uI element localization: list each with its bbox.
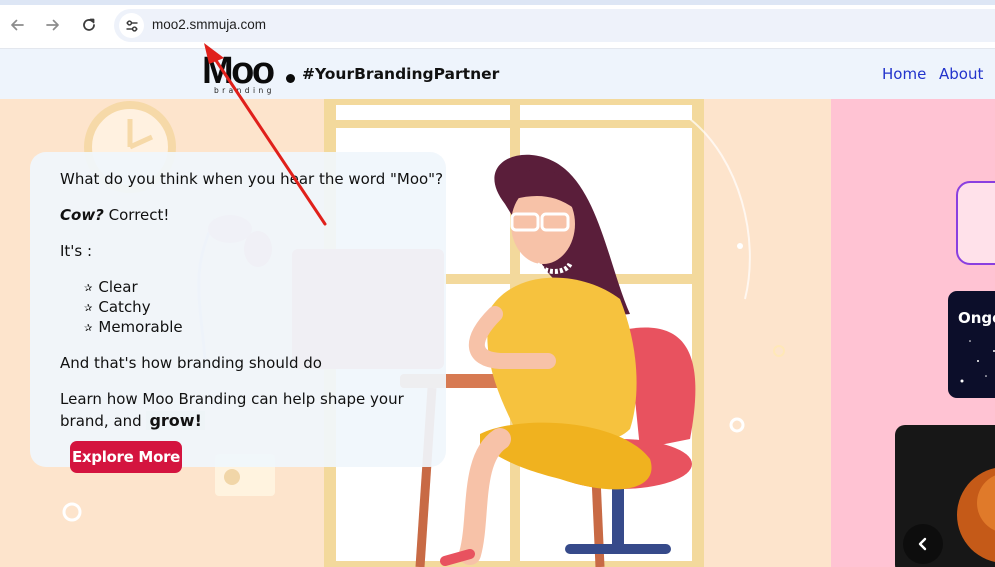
grow-highlight: grow!: [146, 411, 205, 430]
star-bullet-icon: ✰: [84, 283, 93, 294]
back-arrow-icon[interactable]: [5, 13, 29, 37]
browser-toolbar: moo2.smmuja.com: [0, 0, 995, 50]
list-item: ✰ Memorable: [84, 318, 183, 336]
nav-about-link[interactable]: About: [939, 65, 983, 83]
answer-rest: Correct!: [108, 206, 170, 224]
list-item: ✰ Catchy: [84, 298, 151, 316]
site-header: Moo branding #YourBrandingPartner Home A…: [0, 49, 995, 99]
site-info-icon[interactable]: [119, 13, 144, 38]
forward-arrow-icon[interactable]: [41, 13, 65, 37]
learn-line-1: Learn how Moo Branding can help shape yo…: [60, 390, 404, 408]
feature-card-outline[interactable]: [956, 181, 995, 265]
quality-label: Memorable: [98, 318, 183, 336]
ongoing-card[interactable]: Ongo: [948, 291, 995, 398]
url-text[interactable]: moo2.smmuja.com: [152, 17, 266, 32]
branding-summary: And that's how branding should do: [60, 354, 322, 372]
starfield-decoration: [960, 340, 995, 383]
star-bullet-icon: ✰: [84, 303, 93, 314]
learn-line-2-text: brand, and: [60, 412, 142, 430]
explore-more-button[interactable]: Explore More: [70, 441, 182, 473]
quality-label: Clear: [98, 278, 138, 296]
answer-emphasis: Cow?: [60, 206, 104, 224]
address-bar[interactable]: moo2.smmuja.com: [114, 9, 995, 42]
brand-tagline: #YourBrandingPartner: [302, 65, 500, 83]
quality-label: Catchy: [98, 298, 151, 316]
star-bullet-icon: ✰: [84, 323, 93, 334]
chevron-left-icon[interactable]: [903, 524, 943, 564]
list-item: ✰ Clear: [84, 278, 138, 296]
logo-wordmark[interactable]: Moo: [202, 51, 275, 91]
logo-subtext: branding: [214, 86, 275, 95]
tab-strip-edge: [0, 0, 995, 5]
intro-question: What do you think when you hear the word…: [60, 170, 444, 188]
its-label: It's :: [60, 242, 93, 260]
intro-answer: Cow? Correct!: [60, 206, 169, 224]
nav-home-link[interactable]: Home: [882, 65, 926, 83]
learn-line-2: brand, and grow!: [60, 411, 205, 430]
logo-dot: [286, 74, 295, 83]
reload-icon[interactable]: [77, 13, 101, 37]
